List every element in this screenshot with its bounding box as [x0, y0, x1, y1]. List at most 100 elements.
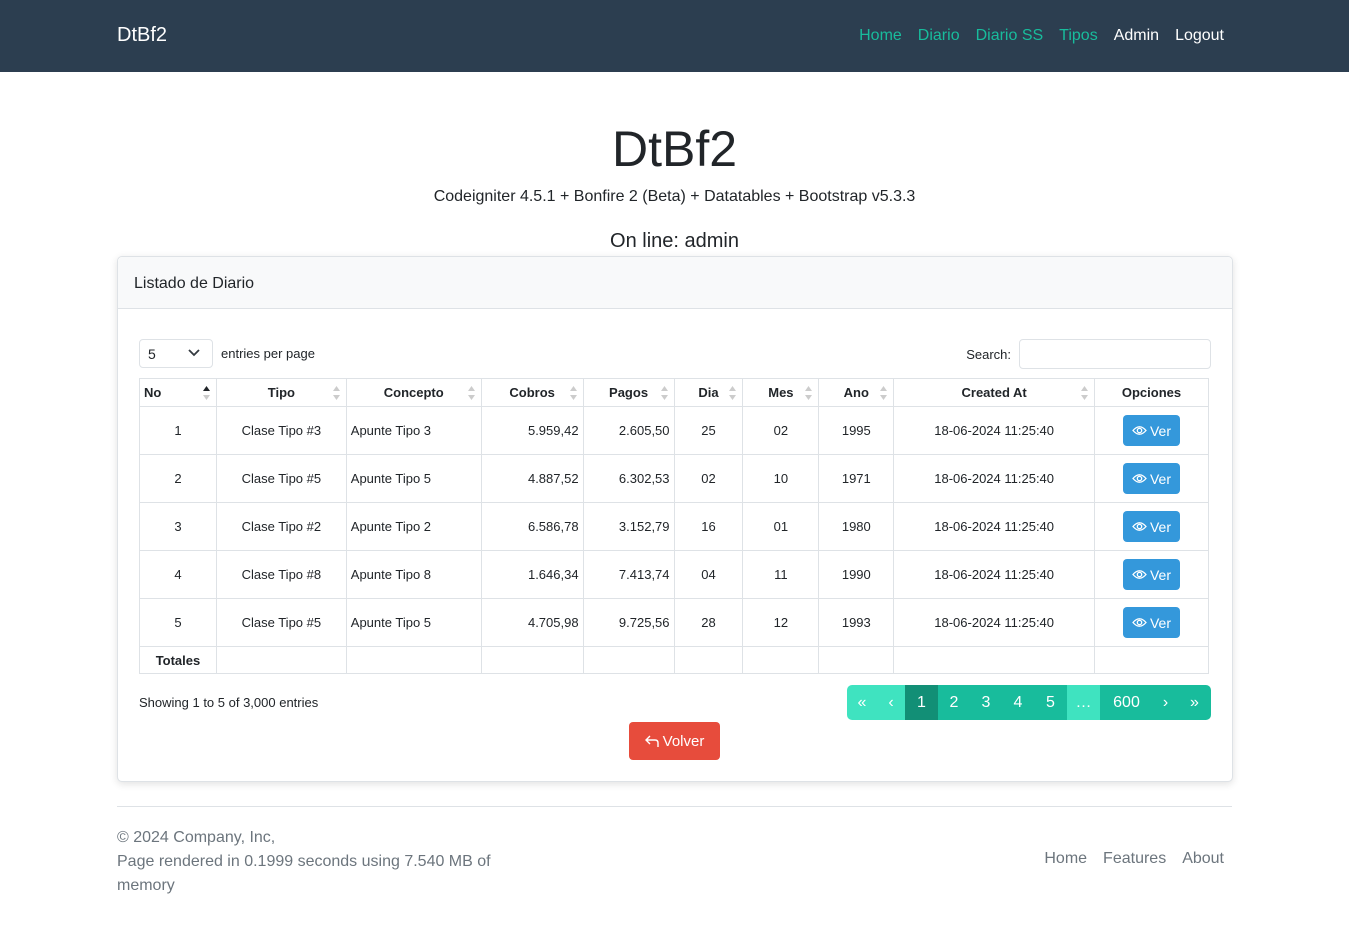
eye-icon: [1132, 474, 1147, 483]
table-header-row: No Tipo Concepto Cobros Pagos Dia Mes An…: [139, 378, 1209, 407]
cell-dia: 16: [673, 502, 744, 551]
cell-pagos: 6.302,53: [582, 454, 675, 503]
cell-mes: 01: [742, 502, 820, 551]
cell-opciones: Ver: [1094, 598, 1209, 647]
cell-no: 2: [139, 454, 217, 503]
cell-no: 4: [139, 550, 217, 599]
totals-label: Totales: [139, 646, 217, 674]
cell-tipo: Clase Tipo #5: [215, 454, 347, 503]
entries-value: 5: [148, 346, 156, 362]
sort-asc-icon: [202, 386, 210, 400]
navbar: DtBf2 Home Diario Diario SS Tipos Admin …: [0, 0, 1349, 72]
page-5[interactable]: 5: [1034, 685, 1067, 720]
col-header-pagos[interactable]: Pagos: [582, 378, 675, 407]
col-header-no[interactable]: No: [139, 378, 217, 407]
sort-icon: [569, 386, 577, 400]
sort-icon: [805, 386, 813, 400]
card-header: Listado de Diario: [118, 257, 1232, 309]
ver-button[interactable]: Ver: [1123, 511, 1180, 542]
col-header-cobros[interactable]: Cobros: [480, 378, 584, 407]
diario-card: Listado de Diario 5 entries per page Sea…: [117, 256, 1233, 782]
eye-icon: [1132, 426, 1147, 435]
nav-diario-ss[interactable]: Diario SS: [976, 27, 1044, 45]
table-row: 4 Clase Tipo #8 Apunte Tipo 8 1.646,34 7…: [139, 550, 1209, 599]
cell-mes: 02: [742, 406, 820, 455]
col-header-dia[interactable]: Dia: [673, 378, 744, 407]
page-first[interactable]: «: [847, 685, 877, 720]
col-header-mes[interactable]: Mes: [742, 378, 820, 407]
totals-row: Totales: [139, 646, 1209, 674]
return-arrow-icon: [644, 735, 659, 747]
cell-concepto: Apunte Tipo 5: [345, 454, 482, 503]
footer-link-about[interactable]: About: [1182, 850, 1224, 868]
cell-no: 1: [139, 406, 217, 455]
search-control: Search:: [966, 339, 1211, 369]
search-input[interactable]: [1019, 339, 1211, 369]
col-header-tipo[interactable]: Tipo: [215, 378, 347, 407]
col-header-created-at[interactable]: Created At: [893, 378, 1096, 407]
col-header-concepto[interactable]: Concepto: [345, 378, 482, 407]
table-row: 2 Clase Tipo #5 Apunte Tipo 5 4.887,52 6…: [139, 454, 1209, 503]
navbar-brand[interactable]: DtBf2: [117, 24, 167, 47]
cell-cobros: 5.959,42: [480, 406, 584, 455]
eye-icon: [1132, 618, 1147, 627]
sort-icon: [660, 386, 668, 400]
ver-button[interactable]: Ver: [1123, 607, 1180, 638]
cell-ano: 1990: [818, 550, 895, 599]
nav-links: Home Diario Diario SS Tipos Admin Logout: [843, 27, 1224, 45]
cell-tipo: Clase Tipo #8: [215, 550, 347, 599]
cell-dia: 25: [673, 406, 744, 455]
sort-icon: [332, 386, 340, 400]
nav-diario[interactable]: Diario: [918, 27, 960, 45]
page-2[interactable]: 2: [938, 685, 970, 720]
page-next[interactable]: ›: [1153, 685, 1178, 720]
page-last[interactable]: »: [1178, 685, 1211, 720]
page-4[interactable]: 4: [1002, 685, 1034, 720]
cell-cobros: 6.586,78: [480, 502, 584, 551]
cell-pagos: 2.605,50: [582, 406, 675, 455]
cell-concepto: Apunte Tipo 5: [345, 598, 482, 647]
cell-mes: 11: [742, 550, 820, 599]
cell-ano: 1980: [818, 502, 895, 551]
page-600[interactable]: 600: [1100, 685, 1153, 720]
search-label: Search:: [966, 346, 1011, 362]
entries-select[interactable]: 5: [139, 339, 213, 368]
cell-opciones: Ver: [1094, 454, 1209, 503]
cell-concepto: Apunte Tipo 3: [345, 406, 482, 455]
nav-tipos[interactable]: Tipos: [1059, 27, 1098, 45]
sort-icon: [729, 386, 737, 400]
cell-ano: 1993: [818, 598, 895, 647]
cell-mes: 10: [742, 454, 820, 503]
col-header-ano[interactable]: Ano: [818, 378, 895, 407]
cell-created-at: 18-06-2024 11:25:40: [893, 406, 1096, 455]
nav-logout[interactable]: Logout: [1175, 27, 1224, 45]
ver-button[interactable]: Ver: [1123, 559, 1180, 590]
cell-pagos: 7.413,74: [582, 550, 675, 599]
cell-pagos: 9.725,56: [582, 598, 675, 647]
page-1[interactable]: 1: [905, 685, 938, 720]
footer-render-info: Page rendered in 0.1999 seconds using 7.…: [117, 853, 491, 894]
online-user: On line: admin: [610, 230, 739, 252]
table-row: 5 Clase Tipo #5 Apunte Tipo 5 4.705,98 9…: [139, 598, 1209, 647]
footer-link-home[interactable]: Home: [1044, 850, 1087, 868]
ver-button[interactable]: Ver: [1123, 415, 1180, 446]
cell-cobros: 4.705,98: [480, 598, 584, 647]
cell-tipo: Clase Tipo #3: [215, 406, 347, 455]
nav-admin[interactable]: Admin: [1114, 27, 1159, 45]
cell-dia: 28: [673, 598, 744, 647]
footer-link-features[interactable]: Features: [1103, 850, 1166, 868]
sort-icon: [880, 386, 888, 400]
cell-opciones: Ver: [1094, 406, 1209, 455]
sort-icon: [467, 386, 475, 400]
cell-cobros: 4.887,52: [480, 454, 584, 503]
page-3[interactable]: 3: [970, 685, 1002, 720]
cell-opciones: Ver: [1094, 550, 1209, 599]
cell-cobros: 1.646,34: [480, 550, 584, 599]
ver-button[interactable]: Ver: [1123, 463, 1180, 494]
nav-home[interactable]: Home: [859, 27, 902, 45]
cell-tipo: Clase Tipo #2: [215, 502, 347, 551]
card-title: Listado de Diario: [134, 275, 255, 292]
page-prev[interactable]: ‹: [877, 685, 905, 720]
back-button[interactable]: Volver: [629, 722, 720, 760]
table-info: Showing 1 to 5 of 3,000 entries: [139, 695, 319, 710]
